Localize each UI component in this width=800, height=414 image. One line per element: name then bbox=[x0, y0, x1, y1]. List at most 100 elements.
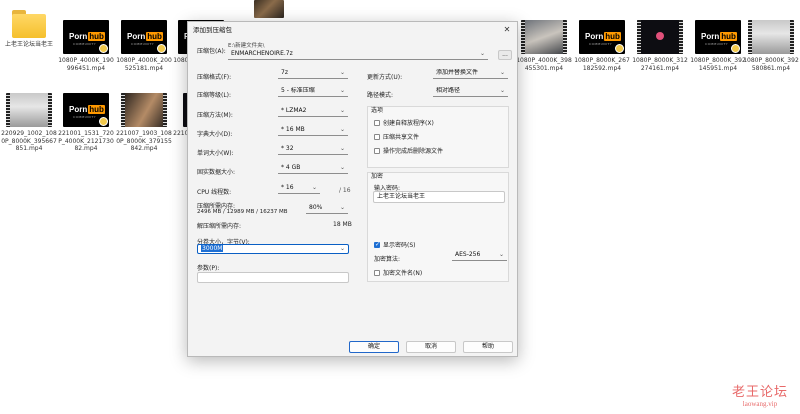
video-file[interactable]: 220929_1002_1080P_8000K_395667851.mp4 bbox=[0, 93, 58, 153]
params-input[interactable] bbox=[197, 272, 349, 283]
params-label: 参数(P): bbox=[197, 265, 220, 272]
word-label: 单词大小(W): bbox=[197, 150, 234, 157]
split-size-input[interactable]: 3000M ⌄ bbox=[197, 244, 349, 254]
dict-select[interactable]: * 16 MB ⌄ bbox=[278, 126, 348, 136]
decomp-label: 解压缩所需内存: bbox=[197, 223, 242, 230]
file-name: 1080P_8000K_392580861.mp4 bbox=[743, 57, 799, 72]
archive-label: 压缩包(A): bbox=[197, 48, 226, 55]
path-mode-select[interactable]: 相对路径 ⌄ bbox=[433, 87, 508, 97]
help-button[interactable]: 帮助 bbox=[463, 341, 513, 353]
video-file[interactable]: Porn hub COMMUNITY 1080P_4000K_190996451.… bbox=[57, 20, 115, 72]
options-title: 选项 bbox=[371, 107, 384, 114]
film-strip-icon bbox=[521, 20, 525, 54]
video-file[interactable]: 1080P_8000K_312274161.mp4 bbox=[631, 20, 689, 72]
format-select[interactable]: 7z ⌄ bbox=[278, 69, 348, 79]
decomp-value: 18 MB bbox=[333, 221, 352, 228]
browse-button[interactable]: ... bbox=[498, 50, 512, 60]
film-strip-icon bbox=[748, 20, 752, 54]
encryption-title: 加密 bbox=[371, 173, 384, 180]
film-strip-icon bbox=[48, 93, 52, 127]
video-thumbnail: Porn hub COMMUNITY bbox=[63, 93, 109, 127]
logo-icon bbox=[656, 32, 664, 40]
desktop-folder[interactable]: 上老王论坛当老王 bbox=[0, 6, 58, 49]
chevron-down-icon: ⌄ bbox=[498, 251, 504, 258]
checkbox-icon bbox=[374, 269, 380, 276]
level-label: 压缩等级(L): bbox=[197, 92, 232, 99]
folder-icon bbox=[12, 10, 46, 38]
chevron-down-icon: ⌄ bbox=[339, 126, 345, 133]
enc-method-label: 加密算法: bbox=[374, 256, 401, 263]
shared-checkbox[interactable]: 压缩共享文件 bbox=[374, 132, 419, 141]
update-select[interactable]: 添加并替换文件 ⌄ bbox=[433, 69, 508, 79]
film-strip-icon bbox=[679, 20, 683, 54]
dict-label: 字典大小(D): bbox=[197, 131, 233, 138]
checkbox-icon bbox=[374, 133, 380, 140]
video-file[interactable]: Porn hub COMMUNITY 1080P_8000K_267182592.… bbox=[573, 20, 631, 72]
show-password-checkbox[interactable]: 显示密码(S) bbox=[374, 240, 416, 249]
dialog-title: 添加到压缩包 bbox=[188, 22, 517, 38]
photo-thumbnail bbox=[254, 0, 284, 18]
close-icon[interactable]: ✕ bbox=[497, 22, 517, 38]
chevron-down-icon: ⌄ bbox=[339, 204, 345, 211]
method-select[interactable]: * LZMA2 ⌄ bbox=[278, 107, 348, 117]
chevron-down-icon: ⌄ bbox=[499, 69, 505, 76]
film-strip-icon bbox=[6, 93, 10, 127]
delete-after-checkbox[interactable]: 操作完成后删除源文件 bbox=[374, 146, 443, 155]
chevron-down-icon: ⌄ bbox=[311, 184, 317, 191]
video-thumbnail bbox=[6, 93, 52, 127]
mem-percent-select[interactable]: 80% ⌄ bbox=[306, 204, 348, 214]
video-thumbnail: Porn hub COMMUNITY bbox=[121, 20, 167, 54]
level-select[interactable]: 5 - 标准压缩 ⌄ bbox=[278, 87, 348, 97]
checkbox-icon bbox=[374, 119, 380, 126]
badge-icon bbox=[99, 117, 108, 126]
file-name: 1080P_8000K_267182592.mp4 bbox=[574, 57, 630, 72]
chevron-down-icon: ⌄ bbox=[339, 145, 345, 152]
video-thumbnail bbox=[748, 20, 794, 54]
ok-button[interactable]: 确定 bbox=[349, 341, 399, 353]
chevron-down-icon[interactable]: ⌄ bbox=[340, 245, 345, 253]
chevron-down-icon: ⌄ bbox=[339, 87, 345, 94]
word-select[interactable]: * 32 ⌄ bbox=[278, 145, 348, 155]
image-thumbnail-top[interactable] bbox=[240, 0, 298, 18]
file-name: 1080P_8000K_312274161.mp4 bbox=[632, 57, 688, 72]
video-file[interactable]: 1080P_8000K_392580861.mp4 bbox=[742, 20, 800, 72]
file-name: 1080P_4000K_398455301.mp4 bbox=[516, 57, 572, 72]
video-thumbnail: Porn hub COMMUNITY bbox=[63, 20, 109, 54]
password-input[interactable]: 上老王论坛当老王 bbox=[373, 191, 505, 203]
badge-icon bbox=[615, 44, 624, 53]
checkbox-checked-icon bbox=[374, 241, 380, 248]
update-label: 更新方式(U): bbox=[367, 74, 403, 81]
video-thumbnail: Porn hub COMMUNITY bbox=[579, 20, 625, 54]
chevron-down-icon: ⌄ bbox=[339, 164, 345, 171]
video-file[interactable]: Porn hub COMMUNITY 1080P_8000K_392145951.… bbox=[689, 20, 747, 72]
solid-label: 固实数据大小: bbox=[197, 169, 236, 176]
encrypt-names-checkbox[interactable]: 加密文件名(N) bbox=[374, 268, 422, 277]
video-thumbnail bbox=[121, 93, 167, 127]
checkbox-icon bbox=[374, 147, 380, 154]
video-file[interactable]: Porn hub COMMUNITY 221001_1531_720P_4000K… bbox=[57, 93, 115, 153]
chevron-down-icon: ⌄ bbox=[499, 87, 505, 94]
archive-name-input[interactable]: ENMARCHENOIRE.7z ⌄ bbox=[228, 50, 488, 60]
enc-method-select[interactable]: AES-256 ⌄ bbox=[452, 251, 507, 261]
video-file[interactable]: Porn hub COMMUNITY 1080P_4000K_200525181.… bbox=[115, 20, 173, 72]
cpu-max: / 16 bbox=[339, 187, 351, 194]
chevron-down-icon: ⌄ bbox=[339, 69, 345, 76]
cpu-select[interactable]: * 16 ⌄ bbox=[278, 184, 320, 194]
file-name: 上老王论坛当老王 bbox=[4, 41, 53, 48]
video-file[interactable]: 1080P_4000K_398455301.mp4 bbox=[515, 20, 573, 72]
film-strip-icon bbox=[790, 20, 794, 54]
badge-icon bbox=[157, 44, 166, 53]
film-strip-icon bbox=[121, 93, 125, 127]
archive-path-hint: E:\新建文件夹\ bbox=[228, 43, 265, 49]
sfx-checkbox[interactable]: 创建自释放程序(X) bbox=[374, 118, 434, 127]
chevron-down-icon: ⌄ bbox=[339, 107, 345, 114]
method-label: 压缩方法(M): bbox=[197, 112, 233, 119]
chevron-down-icon[interactable]: ⌄ bbox=[480, 50, 485, 58]
video-thumbnail: Porn hub COMMUNITY bbox=[695, 20, 741, 54]
file-name: 1080P_4000K_200525181.mp4 bbox=[116, 57, 172, 72]
watermark-url: laowang.vip bbox=[742, 400, 778, 408]
cancel-button[interactable]: 取消 bbox=[406, 341, 456, 353]
add-to-archive-dialog: 添加到压缩包 ✕ 压缩包(A): E:\新建文件夹\ ENMARCHENOIRE… bbox=[187, 21, 518, 357]
solid-select[interactable]: * 4 GB ⌄ bbox=[278, 164, 348, 174]
watermark-text: 老王论坛 bbox=[731, 385, 788, 400]
